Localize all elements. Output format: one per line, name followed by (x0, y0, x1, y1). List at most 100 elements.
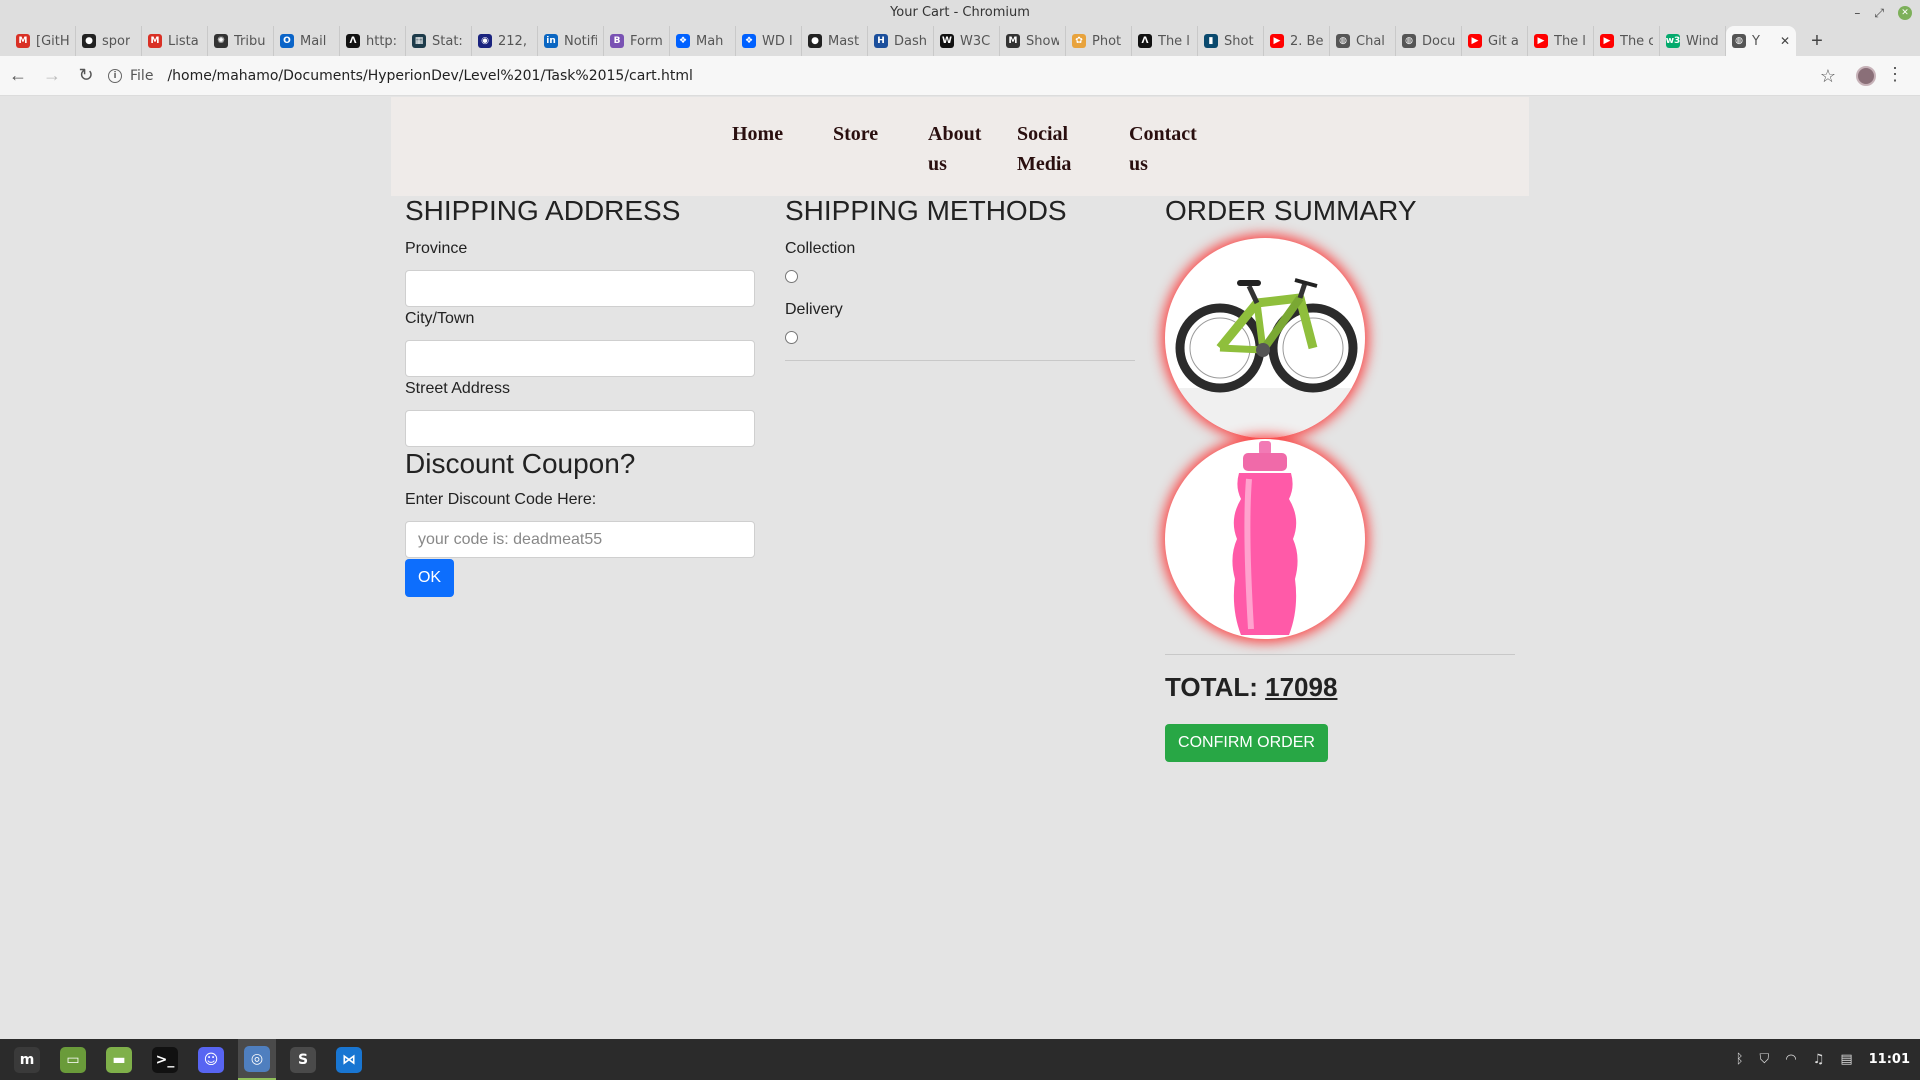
tab-label: Lista (168, 33, 199, 49)
discount-label: Enter Discount Code Here: (405, 491, 597, 508)
bookmark-star-icon[interactable]: ☆ (1820, 66, 1836, 87)
browser-menu-icon[interactable]: ⋮ (1886, 64, 1904, 85)
bluetooth-icon[interactable]: ᛒ (1736, 1052, 1744, 1067)
street-address-input[interactable] (405, 410, 755, 447)
nav-social-link[interactable]: Social Media (1017, 119, 1071, 179)
wifi-icon[interactable]: ◠ (1785, 1052, 1796, 1067)
nav-store-link[interactable]: Store (833, 119, 878, 149)
browser-tab[interactable]: ◉ 212, (472, 26, 538, 56)
product-bottle-image (1165, 439, 1365, 639)
browser-tab[interactable]: Λ The l (1132, 26, 1198, 56)
browser-tab[interactable]: ▶ The c (1594, 26, 1660, 56)
taskbar-app[interactable]: S (284, 1039, 322, 1080)
forward-arrow-icon[interactable]: → (36, 60, 68, 92)
nav-home-link[interactable]: Home (732, 119, 783, 149)
reload-icon[interactable]: ↻ (70, 60, 102, 92)
stats-icon: ▦ (412, 34, 426, 48)
browser-tab[interactable]: w3 Wind (1660, 26, 1726, 56)
tab-label: Show (1026, 33, 1059, 49)
w3c-icon: W (940, 34, 954, 48)
browser-tab[interactable]: ▶ The l (1528, 26, 1594, 56)
browser-tab[interactable]: ◍ Chal (1330, 26, 1396, 56)
order-summary-divider (1165, 654, 1515, 655)
tab-label: Stat: (432, 33, 463, 49)
taskbar-apps: m ▭ ▬ >_ ☺ ◎ S ⋈ (0, 1039, 368, 1080)
nav-about-link[interactable]: About us (928, 119, 981, 179)
browser-toolbar: ← → ↻ i File /home/mahamo/Documents/Hype… (0, 56, 1920, 96)
globe-icon: ◍ (1336, 34, 1350, 48)
shield-icon[interactable]: ⛉ (1760, 1052, 1770, 1067)
nav-about-line1: About (928, 123, 982, 145)
github-icon: ● (82, 34, 96, 48)
water-bottle-icon (1232, 441, 1298, 635)
taskbar-app[interactable]: ☺ (192, 1039, 230, 1080)
browser-tab[interactable]: ◍ Y ✕ (1726, 26, 1796, 56)
browser-tab[interactable]: B Form (604, 26, 670, 56)
confirm-order-button[interactable]: CONFIRM ORDER (1165, 724, 1328, 762)
browser-tab[interactable]: ● spor (76, 26, 142, 56)
minimize-icon[interactable]: – (1854, 0, 1860, 26)
address-bar[interactable]: i File /home/mahamo/Documents/HyperionDe… (108, 61, 1810, 91)
back-arrow-icon[interactable]: ← (2, 60, 34, 92)
delivery-radio[interactable] (785, 331, 798, 344)
info-icon[interactable]: i (108, 68, 122, 83)
browser-tab[interactable]: ✿ Phot (1066, 26, 1132, 56)
browser-tab[interactable]: ▮ Shot (1198, 26, 1264, 56)
browser-tab[interactable]: W W3C (934, 26, 1000, 56)
taskbar-app[interactable]: ◎ (238, 1039, 276, 1080)
browser-tab[interactable]: M Lista (142, 26, 208, 56)
nav-contact-link[interactable]: Contact us (1129, 119, 1197, 179)
profile-avatar[interactable] (1856, 66, 1876, 86)
browser-tab[interactable]: Λhttp: (340, 26, 406, 56)
browser-tab[interactable]: in Notifi (538, 26, 604, 56)
taskbar-app[interactable]: ▬ (100, 1039, 138, 1080)
browser-tab[interactable]: ● Mast (802, 26, 868, 56)
clipboard-icon[interactable]: ▤ (1840, 1052, 1852, 1067)
youtube-icon: ▶ (1600, 34, 1614, 48)
browser-tab[interactable]: ❖ Mah (670, 26, 736, 56)
taskbar-app[interactable]: ▭ (54, 1039, 92, 1080)
maximize-icon[interactable]: ⤢ (1874, 0, 1884, 26)
tab-label: Notifi (564, 33, 597, 49)
browser-tab[interactable]: O Mail (274, 26, 340, 56)
vscode-icon: ⋈ (336, 1046, 362, 1073)
browser-tab[interactable]: ▶ Git a (1462, 26, 1528, 56)
taskbar-app[interactable]: m (8, 1039, 46, 1080)
close-window-icon[interactable]: ✕ (1898, 6, 1912, 20)
show-icon: M (1006, 34, 1020, 48)
mint-menu-icon: m (14, 1046, 40, 1073)
clock[interactable]: 11:01 (1869, 1052, 1910, 1067)
dropbox-icon: ❖ (676, 34, 690, 48)
province-input[interactable] (405, 270, 755, 307)
browser-tab[interactable]: ◍ Docu (1396, 26, 1462, 56)
taskbar-app[interactable]: ⋈ (330, 1039, 368, 1080)
browser-tab[interactable]: ▶ 2. Be (1264, 26, 1330, 56)
browser-tab[interactable]: ▦ Stat: (406, 26, 472, 56)
ok-button[interactable]: OK (405, 559, 454, 597)
city-input[interactable] (405, 340, 755, 377)
browser-tab[interactable]: M [GitH (10, 26, 76, 56)
tab-close-icon[interactable]: ✕ (1780, 34, 1790, 48)
tab-label: The l (1554, 33, 1586, 49)
notion-icon: Λ (1138, 34, 1152, 48)
order-total: TOTAL: 17098 (1165, 672, 1337, 703)
browser-tab[interactable]: ✺ Tribu (208, 26, 274, 56)
collection-radio[interactable] (785, 270, 798, 283)
browser-tab[interactable]: M Show (1000, 26, 1066, 56)
tab-label: Docu (1422, 33, 1455, 49)
discount-code-input[interactable] (405, 521, 755, 558)
collection-label: Collection (785, 240, 856, 257)
discord-icon: ☺ (198, 1046, 224, 1073)
taskbar-app[interactable]: >_ (146, 1039, 184, 1080)
browser-tab[interactable]: ❖ WD l (736, 26, 802, 56)
url-text[interactable]: /home/mahamo/Documents/HyperionDev/Level… (167, 68, 692, 84)
browser-tab[interactable]: H Dash (868, 26, 934, 56)
tab-label: WD l (762, 33, 793, 49)
photos-icon: ✿ (1072, 34, 1086, 48)
new-tab-icon[interactable]: + (1802, 26, 1832, 56)
tab-label: Dash (894, 33, 927, 49)
shipping-address-heading: SHIPPING ADDRESS (405, 195, 681, 226)
tab-label: The l (1158, 33, 1190, 49)
gmail-icon: M (16, 34, 30, 48)
music-icon[interactable]: ♫ (1813, 1052, 1825, 1067)
